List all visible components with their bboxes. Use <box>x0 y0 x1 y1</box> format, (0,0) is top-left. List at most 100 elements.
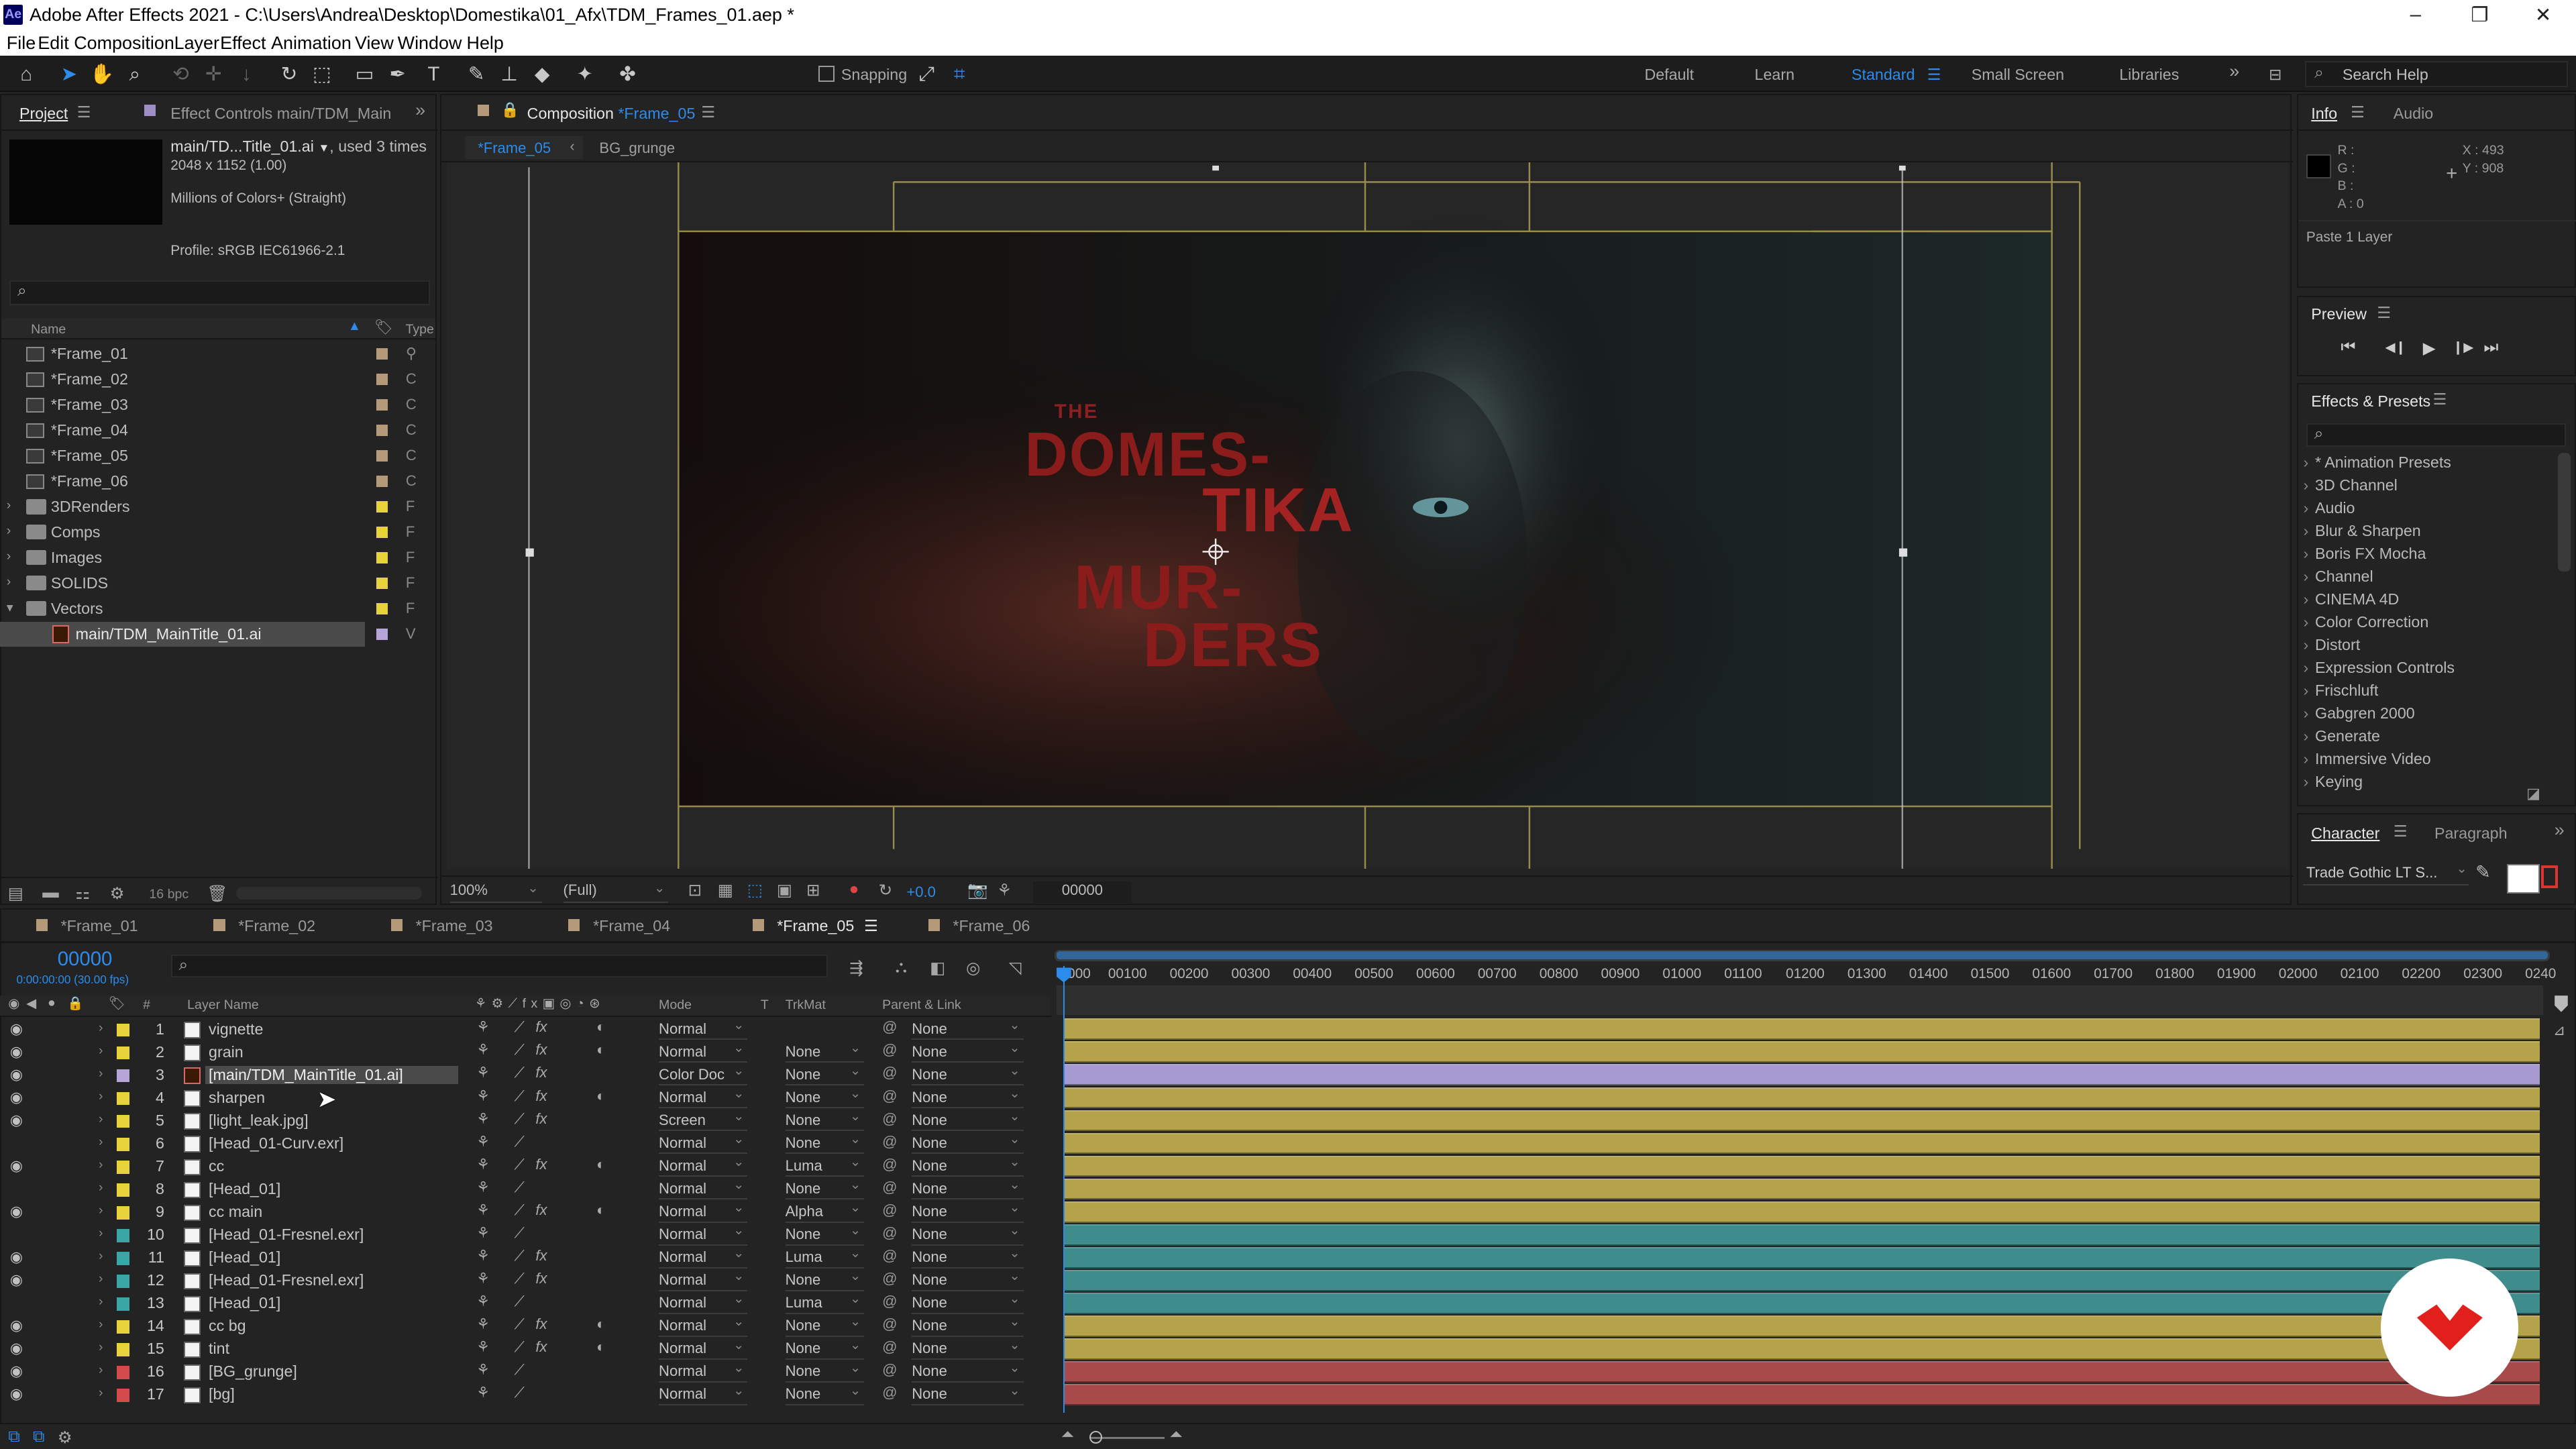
parent-dropdown[interactable]: None ⌄ <box>912 1020 1024 1040</box>
layer-row[interactable]: ◉ › 1 vignette ⚘ ⟋ fx ◐ Normal ⌄ @ None ⌄ <box>0 1018 1051 1041</box>
effects-search-input[interactable]: ⌕ <box>2306 423 2566 447</box>
layer-duration-bar[interactable] <box>1064 1292 2540 1314</box>
timeline-tab[interactable]: *Frame_01 <box>36 917 138 935</box>
blend-mode-dropdown[interactable]: Normal ⌄ <box>659 1226 748 1246</box>
blend-mode-dropdown[interactable]: Normal ⌄ <box>659 1180 748 1200</box>
expand-arrow-icon[interactable]: › <box>99 1317 103 1332</box>
track-matte-dropdown[interactable]: None ⌄ <box>785 1134 865 1155</box>
expand-arrow-icon[interactable]: › <box>99 1089 103 1104</box>
layer-row[interactable]: ◉ › 12 [Head_01-Fresnel.exr] ⚘ ⟋ fx Normal ⌄ None… <box>0 1270 1051 1293</box>
adjustment-layer-icon[interactable]: ◐ <box>596 1087 605 1105</box>
pick-whip-icon[interactable]: @ <box>882 1270 897 1287</box>
menu-view[interactable]: View <box>355 33 394 54</box>
layer-label-color[interactable] <box>116 1137 130 1151</box>
fx-switch-icon[interactable]: fx <box>535 1041 547 1059</box>
workspace-small-screen[interactable]: Small Screen <box>1972 66 2064 84</box>
parent-dropdown[interactable]: None ⌄ <box>912 1226 1024 1246</box>
new-folder-icon[interactable]: ▬ <box>42 883 58 902</box>
pick-whip-icon[interactable]: @ <box>882 1201 897 1219</box>
pick-whip-icon[interactable]: @ <box>882 1064 897 1081</box>
timeline-tab[interactable]: ✕*Frame_05☰ <box>749 917 878 935</box>
subtab-bg-grunge[interactable]: BG_grunge <box>599 140 675 157</box>
parent-dropdown[interactable]: None ⌄ <box>912 1294 1024 1314</box>
visibility-eye-icon[interactable]: ◉ <box>10 1066 23 1083</box>
fx-switch-icon[interactable]: fx <box>535 1087 547 1105</box>
adjustment-layer-icon[interactable]: ◐ <box>596 1156 605 1173</box>
track-matte-dropdown[interactable]: None ⌄ <box>785 1340 865 1360</box>
label-color-swatch[interactable] <box>376 500 388 513</box>
graph-editor-icon[interactable]: ◹ <box>1009 958 1022 978</box>
layer-name[interactable]: tint <box>209 1340 229 1358</box>
visibility-eye-icon[interactable]: ◉ <box>10 1112 23 1129</box>
layer-name[interactable]: cc bg <box>209 1317 246 1335</box>
project-item[interactable]: *Frame_06 C <box>0 469 434 494</box>
timeline-current-time[interactable]: 00000 <box>58 948 113 971</box>
comp-flowchart-icon[interactable]: ⇶ <box>849 958 863 978</box>
timeline-zoom-handle[interactable] <box>1089 1430 1103 1444</box>
layer-duration-bar[interactable] <box>1064 1384 2540 1405</box>
visibility-eye-icon[interactable]: ◉ <box>10 1271 23 1289</box>
layer-label-color[interactable] <box>116 1229 130 1242</box>
fx-switch-icon[interactable]: fx <box>535 1156 547 1173</box>
project-menu-icon[interactable]: ☰ <box>77 103 91 121</box>
visibility-eye-icon[interactable]: ◉ <box>10 1043 23 1061</box>
project-item[interactable]: ▾ Vectors F <box>0 596 434 621</box>
shy-switch-icon[interactable]: ⚘ <box>476 1087 490 1105</box>
time-ruler[interactable]: 0000 00100 00200 00300 00400 00500 00600 00700 0… <box>1057 966 2557 985</box>
layer-duration-bar[interactable] <box>1064 1269 2540 1291</box>
layer-name[interactable]: [Head_01-Fresnel.exr] <box>209 1226 364 1244</box>
shy-switch-icon[interactable]: ⚘ <box>476 1201 490 1219</box>
layer-label-color[interactable] <box>116 1343 130 1356</box>
menu-help[interactable]: Help <box>467 33 504 54</box>
expand-arrow-icon[interactable]: › <box>99 1157 103 1173</box>
comp-viewer[interactable]: THE DOMES- TIKA MUR- DERS <box>446 162 2288 869</box>
expand-arrow-icon[interactable]: › <box>99 1248 103 1264</box>
rotation-tool-icon[interactable]: ↻ <box>276 61 302 87</box>
parent-dropdown[interactable]: None ⌄ <box>912 1248 1024 1269</box>
pick-whip-icon[interactable]: @ <box>882 1133 897 1150</box>
rectangle-tool-icon[interactable]: ▭ <box>352 61 378 87</box>
transfer-controls-toggle-icon[interactable]: ⧉ <box>33 1428 44 1446</box>
layer-row[interactable]: ◉ › 5 [light_leak.jpg] ⚘ ⟋ fx Screen ⌄ None ⌄ @ None… <box>0 1110 1051 1133</box>
quality-switch-icon[interactable]: ⟋ <box>515 1361 525 1379</box>
layer-switches-toggle-icon[interactable]: ⧉ <box>8 1428 19 1446</box>
menu-effect[interactable]: Effect <box>220 33 266 54</box>
shy-switch-icon[interactable]: ⚘ <box>476 1018 490 1036</box>
visibility-eye-icon[interactable]: ◉ <box>10 1317 23 1334</box>
blend-mode-dropdown[interactable]: Normal ⌄ <box>659 1248 748 1269</box>
pen-tool-icon[interactable]: ✒ <box>384 61 411 87</box>
label-column-icon[interactable]: 🏷 <box>109 996 125 1012</box>
home-icon[interactable]: ⌂ <box>13 61 40 87</box>
parent-dropdown[interactable]: None ⌄ <box>912 1271 1024 1291</box>
close-button[interactable]: ✕ <box>2535 3 2552 27</box>
pick-whip-icon[interactable]: @ <box>882 1179 897 1196</box>
menu-edit[interactable]: Edit <box>38 33 68 54</box>
shy-switch-icon[interactable]: ⚘ <box>476 1179 490 1196</box>
column-layer-name-header[interactable]: Layer Name <box>187 998 259 1013</box>
layer-label-color[interactable] <box>116 1275 130 1288</box>
project-item[interactable]: › Images F <box>0 545 434 570</box>
layer-duration-bar[interactable] <box>1064 1338 2540 1360</box>
visibility-eye-icon[interactable]: ◉ <box>10 1157 23 1175</box>
layer-duration-bar[interactable] <box>1064 1155 2540 1177</box>
shy-switch-icon[interactable]: ⚘ <box>476 1384 490 1401</box>
info-menu-icon[interactable]: ☰ <box>2351 103 2365 121</box>
lock-icon[interactable]: 🔒 <box>500 101 519 119</box>
layer-row[interactable]: › 13 [Head_01] ⚘ ⟋ Normal ⌄ Luma ⌄ @ None ⌄ <box>0 1293 1051 1316</box>
shy-switch-icon[interactable]: ⚘ <box>476 1293 490 1310</box>
orbit-camera-icon[interactable]: ⟲ <box>168 61 194 87</box>
layer-row[interactable]: ◉ › 11 [Head_01] ⚘ ⟋ fx Normal ⌄ Luma ⌄ @ None ⌄ <box>0 1247 1051 1270</box>
quality-switch-icon[interactable]: ⟋ <box>515 1064 525 1081</box>
expand-arrow-icon[interactable]: › <box>7 574 11 590</box>
trash-icon[interactable]: 🗑 <box>207 883 227 904</box>
tab-character[interactable]: Character <box>2311 824 2379 843</box>
layer-duration-bar[interactable] <box>1064 1087 2540 1109</box>
interpret-footage-icon[interactable]: ▤ <box>8 883 23 904</box>
project-item[interactable]: *Frame_01 ⚲ <box>0 341 434 366</box>
tab-effect-controls[interactable]: Effect Controls main/TDM_Main <box>170 105 390 123</box>
exposure-value[interactable]: +0.0 <box>906 883 936 901</box>
expand-arrow-icon[interactable]: › <box>99 1294 103 1309</box>
menu-window[interactable]: Window <box>398 33 462 54</box>
blend-mode-dropdown[interactable]: Normal ⌄ <box>659 1134 748 1155</box>
layer-duration-bar[interactable] <box>1064 1064 2540 1086</box>
